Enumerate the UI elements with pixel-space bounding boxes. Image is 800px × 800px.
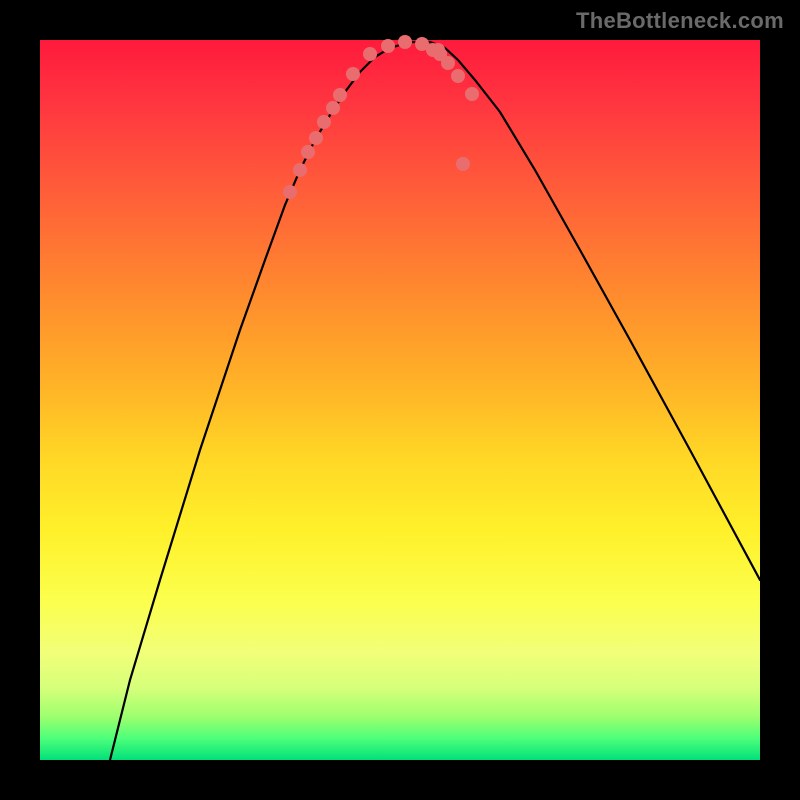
- chart-frame: TheBottleneck.com: [0, 0, 800, 800]
- marker-dot: [451, 69, 465, 83]
- watermark-text: TheBottleneck.com: [576, 8, 784, 34]
- marker-dot: [363, 47, 377, 61]
- curve-svg: [40, 40, 760, 760]
- marker-dot: [465, 87, 479, 101]
- marker-dot: [441, 56, 455, 70]
- marker-dot: [456, 157, 470, 171]
- marker-dot: [293, 163, 307, 177]
- marker-dot: [326, 101, 340, 115]
- marker-dot: [301, 145, 315, 159]
- marker-dot: [309, 131, 323, 145]
- marker-dot: [333, 88, 347, 102]
- marker-dot: [381, 39, 395, 53]
- marker-dot: [346, 67, 360, 81]
- marker-dot: [398, 35, 412, 49]
- bottleneck-curve: [110, 42, 760, 760]
- marker-dot: [283, 185, 297, 199]
- marker-dot: [317, 115, 331, 129]
- plot-area: [40, 40, 760, 760]
